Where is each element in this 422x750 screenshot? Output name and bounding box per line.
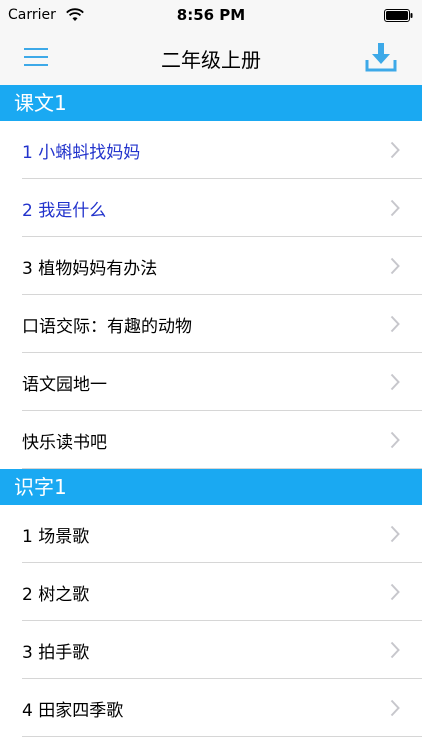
list-item[interactable]: 语文园地一 xyxy=(0,353,422,411)
list-item[interactable]: 1 小蝌蚪找妈妈 xyxy=(0,121,422,179)
lesson-list: 1 小蝌蚪找妈妈 2 我是什么 3 植物妈妈有办法 口语交际：有趣的动物 语文园… xyxy=(0,121,422,469)
list-item-label: 3 拍手歌 xyxy=(22,643,90,663)
download-icon[interactable] xyxy=(364,40,398,74)
list-item-label: 1 小蝌蚪找妈妈 xyxy=(22,143,141,163)
list-item[interactable]: 2 树之歌 xyxy=(0,563,422,621)
battery-icon xyxy=(384,9,413,22)
list-item[interactable]: 3 拍手歌 xyxy=(0,621,422,679)
list-item-label: 2 我是什么 xyxy=(22,201,107,221)
list-item[interactable]: 快乐读书吧 xyxy=(0,411,422,469)
list-item-label: 2 树之歌 xyxy=(22,585,90,605)
chevron-right-icon xyxy=(390,315,400,333)
chevron-right-icon xyxy=(390,257,400,275)
chevron-right-icon xyxy=(390,431,400,449)
list-item[interactable]: 1 场景歌 xyxy=(0,505,422,563)
list-item-label: 快乐读书吧 xyxy=(22,433,107,453)
chevron-right-icon xyxy=(390,141,400,159)
list-item[interactable]: 口语交际：有趣的动物 xyxy=(0,295,422,353)
chevron-right-icon xyxy=(390,373,400,391)
lesson-list: 1 场景歌 2 树之歌 3 拍手歌 4 田家四季歌 xyxy=(0,505,422,737)
section-header: 识字1 xyxy=(0,469,422,505)
chevron-right-icon xyxy=(390,525,400,543)
list-item[interactable]: 2 我是什么 xyxy=(0,179,422,237)
chevron-right-icon xyxy=(390,641,400,659)
navigation-bar: 二年级上册 xyxy=(0,30,422,85)
status-bar: Carrier 8:56 PM xyxy=(0,0,422,30)
list-item-label: 口语交际：有趣的动物 xyxy=(22,317,192,337)
menu-icon[interactable] xyxy=(22,44,50,70)
chevron-right-icon xyxy=(390,699,400,717)
section-header: 课文1 xyxy=(0,85,422,121)
status-time: 8:56 PM xyxy=(176,6,246,24)
list-item-label: 1 场景歌 xyxy=(22,527,90,547)
list-item[interactable]: 4 田家四季歌 xyxy=(0,679,422,737)
chevron-right-icon xyxy=(390,583,400,601)
page-title: 二年级上册 xyxy=(161,48,261,72)
list-item[interactable]: 3 植物妈妈有办法 xyxy=(0,237,422,295)
list-item-label: 3 植物妈妈有办法 xyxy=(22,259,158,279)
list-item-label: 语文园地一 xyxy=(22,375,107,395)
list-item-label: 4 田家四季歌 xyxy=(22,701,124,721)
chevron-right-icon xyxy=(390,199,400,217)
